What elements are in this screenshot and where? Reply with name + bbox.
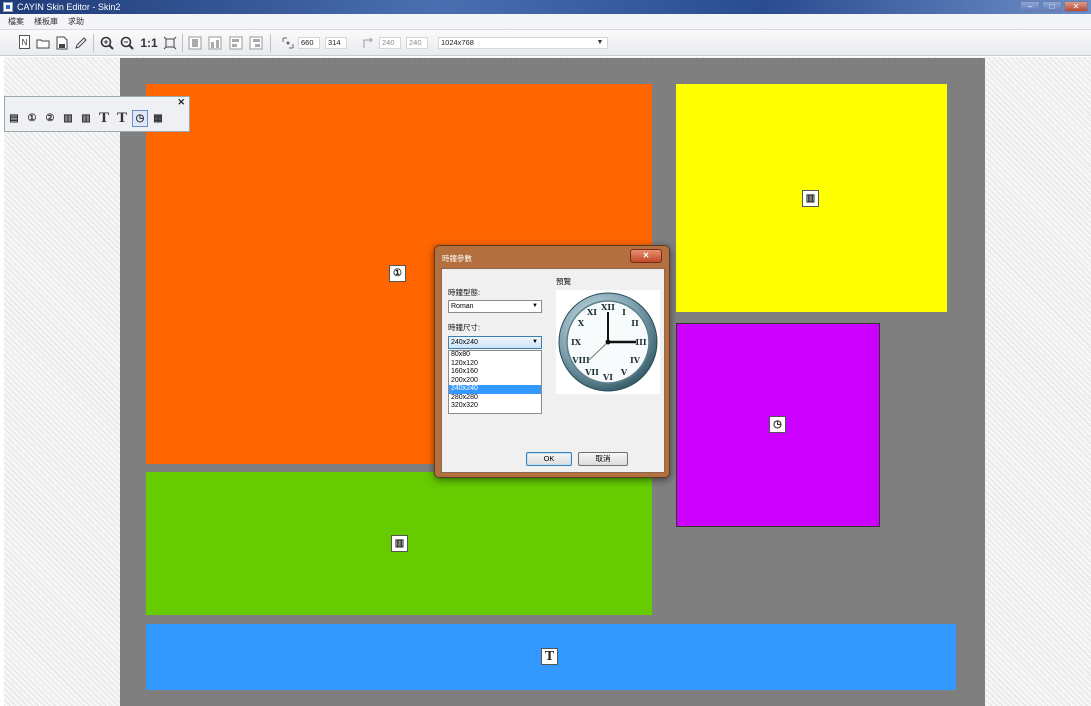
media-tool-1-icon[interactable]: ① <box>24 110 40 127</box>
close-window-button[interactable]: ✕ <box>1064 1 1088 12</box>
ok-button[interactable]: OK <box>526 452 572 466</box>
title-bar: CAYIN Skin Editor - Skin2 – □ ✕ <box>0 0 1091 14</box>
align-top-icon[interactable] <box>187 35 202 50</box>
minimize-button[interactable]: – <box>1020 1 1040 12</box>
clock-style-select[interactable]: Roman ▼ <box>448 300 542 313</box>
chevron-down-icon[interactable]: ▼ <box>594 37 606 49</box>
text-zone-icon: T <box>541 648 558 665</box>
chevron-down-icon: ▼ <box>532 339 538 345</box>
fit-to-window-icon[interactable] <box>162 35 177 50</box>
tool-palette: ✕ ▤ ① ② ▥ ▥ T T ◷ ▦ <box>4 96 190 132</box>
svg-text:VI: VI <box>602 372 613 382</box>
window-controls: – □ ✕ <box>1020 1 1088 12</box>
size-option[interactable]: 120x120 <box>449 360 541 369</box>
align-right-icon[interactable] <box>248 35 263 50</box>
zone-image-top[interactable]: ▥ <box>676 84 947 312</box>
svg-text:VIII: VIII <box>571 355 590 365</box>
svg-text:VII: VII <box>584 367 599 377</box>
position-y-field[interactable]: 314 <box>325 37 347 49</box>
menu-file[interactable]: 檔案 <box>8 16 24 27</box>
zone-text[interactable]: T <box>146 624 956 690</box>
position-icon <box>280 35 295 50</box>
zone-image-bottom[interactable]: ▥ <box>146 472 652 615</box>
svg-text:X: X <box>578 318 585 328</box>
toolbar-separator <box>270 34 271 52</box>
width-field[interactable]: 240 <box>379 37 401 49</box>
size-option-selected[interactable]: 240x240 <box>449 385 541 394</box>
image-zone-bottom-icon: ▥ <box>391 535 408 552</box>
menu-templates[interactable]: 樣板庫 <box>34 16 58 27</box>
save-file-icon[interactable] <box>54 35 69 50</box>
roman-clock-preview-icon: XII I II III IV V VI VII VIII IX X XI <box>558 292 658 392</box>
menu-bar: 檔案 樣板庫 求助 <box>0 14 1091 30</box>
svg-text:XII: XII <box>601 302 615 312</box>
clock-style-label: 時鐘型態: <box>448 288 481 297</box>
svg-text:II: II <box>631 318 639 328</box>
palette-header[interactable]: ✕ <box>5 97 189 108</box>
size-option[interactable]: 320x320 <box>449 402 541 411</box>
cancel-button[interactable]: 取消 <box>578 452 628 466</box>
zoom-in-icon[interactable] <box>99 35 114 50</box>
palette-tools: ▤ ① ② ▥ ▥ T T ◷ ▦ <box>6 110 166 127</box>
size-option[interactable]: 160x160 <box>449 368 541 377</box>
size-option[interactable]: 280x280 <box>449 394 541 403</box>
slideshow-tool-icon[interactable]: ▥ <box>60 110 76 127</box>
clock-size-dropdown-list: 80x80 120x120 160x160 200x200 240x240 28… <box>448 350 542 414</box>
clock-preview: XII I II III IV V VI VII VIII IX X XI <box>556 290 660 394</box>
toolbar-separator <box>182 34 183 52</box>
text-tool-2-icon[interactable]: T <box>114 110 130 127</box>
menu-help[interactable]: 求助 <box>68 16 84 27</box>
right-workspace-margin <box>985 57 1091 706</box>
image-zone-icon: ▥ <box>802 190 819 207</box>
pencil-icon[interactable] <box>73 35 88 50</box>
clock-size-select[interactable]: 240x240 ▼ <box>448 336 542 349</box>
dialog-body: 時鐘型態: Roman ▼ 時鐘尺寸: 240x240 ▼ 80x80 120x… <box>441 268 665 473</box>
clock-size-value: 240x240 <box>451 339 478 346</box>
text-tool-icon[interactable]: T <box>96 110 112 127</box>
size-option[interactable]: 200x200 <box>449 377 541 386</box>
new-file-icon[interactable]: N <box>19 35 30 49</box>
maximize-button[interactable]: □ <box>1042 1 1062 12</box>
position-x-field[interactable]: 660 <box>298 37 320 49</box>
size-icon <box>361 35 376 50</box>
clock-settings-dialog: 時鐘參數 ✕ 時鐘型態: Roman ▼ 時鐘尺寸: 240x240 ▼ 80x… <box>434 245 670 478</box>
left-workspace-margin <box>4 57 120 706</box>
svg-text:IV: IV <box>630 355 641 365</box>
clock-style-value: Roman <box>451 303 474 310</box>
size-option[interactable]: 80x80 <box>449 351 541 360</box>
svg-text:XI: XI <box>587 307 597 317</box>
window-title: CAYIN Skin Editor - Skin2 <box>17 2 121 12</box>
svg-text:III: III <box>635 337 646 347</box>
main-toolbar: N 1:1 660 314 240 240 1024x768 ▼ <box>0 30 1091 56</box>
align-bottom-icon[interactable] <box>207 35 222 50</box>
palette-close-button[interactable]: ✕ <box>177 97 185 107</box>
zoom-actual-size-button[interactable]: 1:1 <box>139 35 159 50</box>
dialog-close-button[interactable]: ✕ <box>630 249 662 263</box>
resolution-select[interactable]: 1024x768 <box>438 37 608 49</box>
height-field[interactable]: 240 <box>406 37 428 49</box>
slideshow-tool-2-icon[interactable]: ▥ <box>78 110 94 127</box>
preview-label: 預覽 <box>556 277 571 286</box>
dialog-title: 時鐘參數 <box>442 254 472 263</box>
toolbar-separator <box>93 34 94 52</box>
app-icon <box>3 2 13 12</box>
media-tool-2-icon[interactable]: ② <box>42 110 58 127</box>
chevron-down-icon: ▼ <box>532 303 538 309</box>
clock-zone-icon: ◷ <box>769 416 786 433</box>
layout-tool-icon[interactable]: ▤ <box>6 110 22 127</box>
open-folder-icon[interactable] <box>35 35 50 50</box>
date-tool-icon[interactable]: ▦ <box>150 110 166 127</box>
svg-text:I: I <box>622 307 626 317</box>
clock-size-label: 時鐘尺寸: <box>448 323 481 332</box>
zoom-out-icon[interactable] <box>119 35 134 50</box>
align-left-icon[interactable] <box>228 35 243 50</box>
video-zone-icon: ① <box>389 265 406 282</box>
svg-text:V: V <box>620 367 628 377</box>
svg-text:IX: IX <box>571 337 582 347</box>
clock-tool-icon[interactable]: ◷ <box>132 110 148 127</box>
zone-clock[interactable]: ◷ <box>676 323 880 527</box>
